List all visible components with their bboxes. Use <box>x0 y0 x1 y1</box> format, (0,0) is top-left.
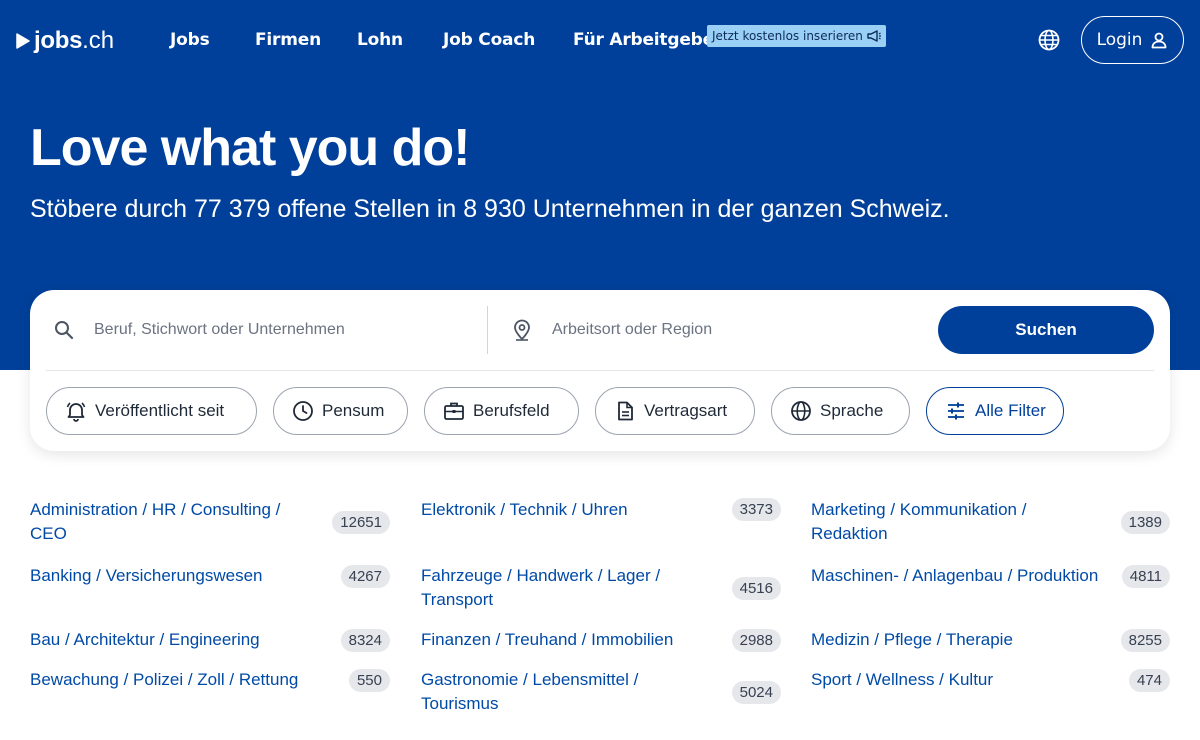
category-count: 2988 <box>731 628 781 652</box>
nav-jobs[interactable]: Jobs <box>170 30 210 50</box>
location-field <box>512 306 912 354</box>
promo-badge[interactable]: Jetzt kostenlos inserieren <box>707 25 886 47</box>
category-label: Elektronik / Technik / Uhren <box>421 500 628 519</box>
category-label: Banking / Versicherungswesen <box>30 566 263 585</box>
category-item[interactable]: Banking / Versicherungswesen 4267 <box>30 564 390 588</box>
logo-tld: .ch <box>82 27 115 54</box>
keyword-field <box>54 306 494 354</box>
card-divider <box>46 370 1154 371</box>
filter-alle-filter[interactable]: Alle Filter <box>926 387 1064 435</box>
globe-icon <box>791 401 811 421</box>
login-button[interactable]: Login <box>1081 16 1184 64</box>
keyword-input[interactable] <box>94 321 494 339</box>
sliders-icon <box>948 402 964 420</box>
category-item[interactable]: Finanzen / Treuhand / Immobilien 2988 <box>421 628 781 652</box>
filter-label: Veröffentlicht seit <box>95 401 225 420</box>
hero-title: Love what you do! <box>30 119 470 177</box>
hero-subtitle: Stöbere durch 77 379 offene Stellen in 8… <box>30 195 950 223</box>
megaphone-icon <box>867 30 881 42</box>
category-item[interactable]: Administration / HR / Consulting / CEO 1… <box>30 498 390 546</box>
briefcase-icon <box>444 402 464 420</box>
category-label: Maschinen- / Anlagenbau / Produktion <box>811 566 1099 585</box>
top-navigation: jobs .ch Jobs Firmen Lohn Job Coach Für A… <box>0 0 1200 80</box>
nav-firmen[interactable]: Firmen <box>255 30 321 50</box>
filter-veroeffentlicht-seit[interactable]: Veröffentlicht seit <box>46 387 257 435</box>
category-label: Bewachung / Polizei / Zoll / Rettung <box>30 670 299 689</box>
category-label: Marketing / Kommunikation / Redaktion <box>811 500 1027 543</box>
category-count: 3373 <box>731 498 781 521</box>
field-divider <box>487 306 488 354</box>
category-item[interactable]: Maschinen- / Anlagenbau / Produktion 481… <box>811 564 1170 588</box>
document-icon <box>618 401 633 421</box>
filter-label: Pensum <box>322 401 385 420</box>
nav-fuer-arbeitgeber[interactable]: Für Arbeitgeber <box>573 30 722 50</box>
category-item[interactable]: Elektronik / Technik / Uhren 3373 <box>421 498 781 522</box>
search-submit-button[interactable]: Suchen <box>938 306 1154 354</box>
category-item[interactable]: Medizin / Pflege / Therapie 8255 <box>811 628 1170 652</box>
category-item[interactable]: Gastronomie / Lebensmittel / Tourismus 5… <box>421 668 781 716</box>
category-label: Bau / Architektur / Engineering <box>30 630 260 649</box>
category-label: Administration / HR / Consulting / CEO <box>30 500 281 543</box>
category-count: 12651 <box>332 510 390 534</box>
category-count: 8255 <box>1120 628 1170 652</box>
nav-job-coach[interactable]: Job Coach <box>443 30 535 50</box>
filter-sprache[interactable]: Sprache <box>771 387 910 435</box>
search-card: Suchen Veröffentlicht seit Pensum Berufs… <box>30 290 1170 451</box>
promo-label: Jetzt kostenlos inserieren <box>712 29 863 43</box>
category-label: Sport / Wellness / Kultur <box>811 670 994 689</box>
filter-label: Alle Filter <box>975 401 1046 420</box>
category-item[interactable]: Marketing / Kommunikation / Redaktion 13… <box>811 498 1170 546</box>
filter-label: Vertragsart <box>644 401 728 420</box>
category-label: Gastronomie / Lebensmittel / Tourismus <box>421 670 639 713</box>
nav-lohn[interactable]: Lohn <box>357 30 403 50</box>
filter-pensum[interactable]: Pensum <box>273 387 408 435</box>
category-label: Medizin / Pflege / Therapie <box>811 630 1013 649</box>
category-item[interactable]: Sport / Wellness / Kultur 474 <box>811 668 1170 692</box>
filter-vertragsart[interactable]: Vertragsart <box>595 387 755 435</box>
location-pin-icon <box>514 319 530 341</box>
category-item[interactable]: Fahrzeuge / Handwerk / Lager / Transport… <box>421 564 781 612</box>
category-count: 1389 <box>1120 510 1170 534</box>
bell-icon <box>66 402 86 422</box>
category-item[interactable]: Bewachung / Polizei / Zoll / Rettung 550 <box>30 668 390 692</box>
clock-icon <box>293 401 313 421</box>
category-count: 474 <box>1128 668 1170 692</box>
category-count: 4267 <box>340 564 390 588</box>
filter-berufsfeld[interactable]: Berufsfeld <box>424 387 579 435</box>
category-count: 5024 <box>731 680 781 704</box>
filter-label: Berufsfeld <box>473 401 550 420</box>
globe-icon <box>1038 29 1060 51</box>
category-label: Fahrzeuge / Handwerk / Lager / Transport <box>421 566 661 609</box>
play-logo-icon <box>16 33 30 49</box>
user-icon <box>1152 32 1167 49</box>
category-count: 4516 <box>731 576 781 600</box>
jobs-ch-logo[interactable]: jobs .ch <box>16 27 115 54</box>
category-label: Finanzen / Treuhand / Immobilien <box>421 630 674 649</box>
filter-label: Sprache <box>820 401 884 420</box>
category-count: 8324 <box>340 628 390 652</box>
login-label: Login <box>1096 30 1143 50</box>
logo-wordmark: jobs <box>34 27 83 54</box>
category-item[interactable]: Bau / Architektur / Engineering 8324 <box>30 628 390 652</box>
location-input[interactable] <box>552 321 912 339</box>
language-globe-button[interactable] <box>1036 27 1062 53</box>
category-count: 550 <box>348 668 390 692</box>
category-count: 4811 <box>1121 564 1170 588</box>
search-icon <box>55 321 74 340</box>
